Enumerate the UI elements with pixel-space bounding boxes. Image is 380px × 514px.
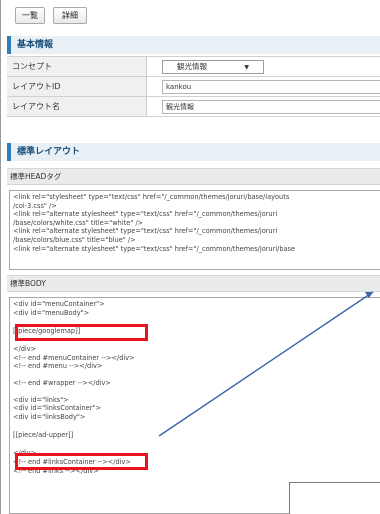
code-line: <div id="links"> (13, 395, 69, 404)
body-tag-label: 標準BODY (7, 275, 380, 292)
code-line: <link rel="alternate stylesheet" type="t… (13, 244, 296, 253)
code-line: <div id="linksBody"> (13, 412, 86, 421)
highlight-frame-googlemap (15, 324, 148, 341)
code-line: <!-- end #menu --></div> (13, 362, 103, 371)
concept-row: コンセプト 観光情報 ▼ (7, 57, 380, 77)
basic-info-table: コンセプト 観光情報 ▼ レイアウトID kankou レイアウト名 観光情報 (7, 56, 380, 117)
layout-id-label: レイアウトID (7, 77, 147, 96)
layout-id-field[interactable]: kankou (162, 80, 380, 94)
layout-name-field[interactable]: 観光情報 (162, 100, 380, 114)
overlay-panel (289, 482, 380, 514)
head-tag-textarea[interactable]: <link rel="stylesheet" type="text/css" h… (9, 190, 380, 270)
head-tag-label: 標準HEADタグ (7, 168, 380, 185)
tab-list[interactable]: 一覧 (15, 7, 45, 24)
code-line: /base/colors/white.css" title="white" /> (13, 218, 144, 227)
highlight-frame-ad-upper (15, 453, 148, 470)
code-line: <link rel="alternate stylesheet" type="t… (13, 210, 278, 219)
tab-detail[interactable]: 詳細 (53, 7, 87, 24)
layout-name-label: レイアウト名 (7, 97, 147, 116)
layout-edit-screen: 一覧 詳細 基本情報 コンセプト 観光情報 ▼ レイアウトID kankou レ… (0, 0, 380, 514)
code-line: <div id="menuBody"> (13, 308, 90, 317)
code-line: <link rel="stylesheet" type="text/css" h… (13, 193, 290, 201)
code-line: <!-- end #wrapper --></div> (13, 378, 111, 387)
code-line: <div id="linksContainer"> (13, 404, 101, 413)
chevron-down-icon: ▼ (244, 64, 249, 71)
code-line: /col-3.css" /> (13, 201, 57, 210)
concept-select[interactable]: 観光情報 ▼ (162, 60, 264, 74)
code-line: /base/colors/blue.css" title="blue" /> (13, 235, 136, 244)
view-tabs: 一覧 詳細 (5, 4, 380, 26)
concept-value: 観光情報 (177, 62, 207, 71)
basic-info-heading: 基本情報 (7, 36, 380, 54)
concept-label: コンセプト (7, 57, 147, 76)
layout-name-row: レイアウト名 観光情報 (7, 97, 380, 117)
code-line: <link rel="alternate stylesheet" type="t… (13, 227, 278, 236)
code-line: </div> (13, 345, 37, 354)
code-line: <!-- end #menuContainer --></div> (13, 353, 135, 362)
code-line: <div id="menuContainer"> (13, 300, 105, 308)
layout-id-row: レイアウトID kankou (7, 77, 380, 97)
standard-layout-heading: 標準レイアウト (7, 143, 380, 161)
piece-ad-upper-line: [[piece/ad-upper]] (13, 431, 74, 440)
